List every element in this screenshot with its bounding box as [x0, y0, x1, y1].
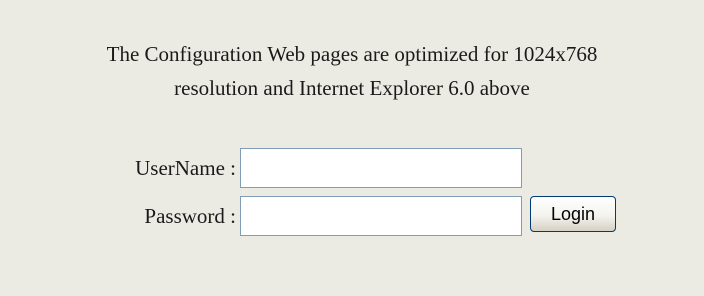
notice-line-2: resolution and Internet Explorer 6.0 abo… — [174, 76, 530, 100]
password-label: Password : — [144, 204, 236, 228]
username-label: UserName : — [135, 156, 236, 180]
login-button[interactable]: Login — [530, 196, 616, 232]
password-input[interactable] — [240, 196, 522, 236]
notice-line-1: The Configuration Web pages are optimize… — [106, 42, 598, 66]
browser-notice: The Configuration Web pages are optimize… — [0, 37, 704, 105]
username-input[interactable] — [240, 148, 522, 188]
